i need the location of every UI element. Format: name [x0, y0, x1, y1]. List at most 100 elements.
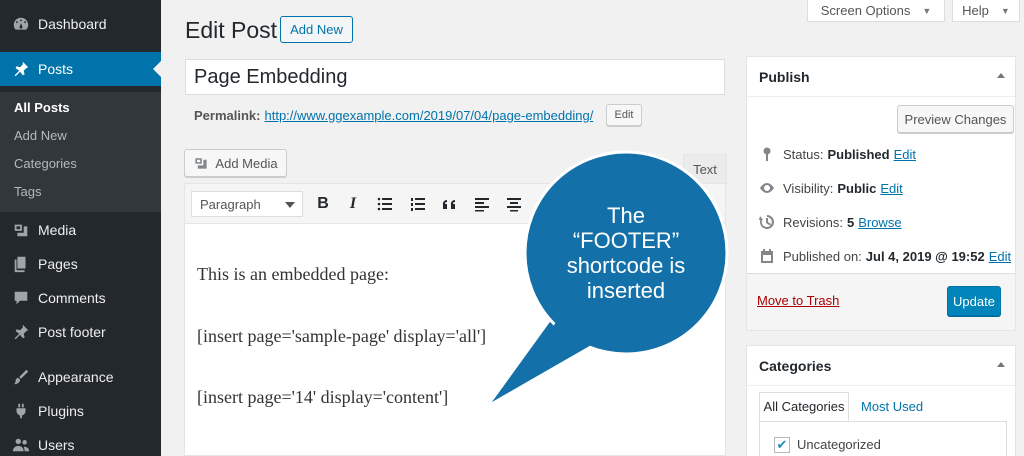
- move-to-trash-link[interactable]: Move to Trash: [757, 293, 839, 308]
- revisions-browse-link[interactable]: Browse: [858, 215, 901, 230]
- format-select[interactable]: Paragraph: [191, 191, 303, 217]
- pin-icon: [757, 145, 777, 163]
- tab-text[interactable]: Text: [683, 154, 727, 184]
- screen-options-button[interactable]: Screen Options ▼: [807, 0, 945, 22]
- permalink-link[interactable]: http://www.ggexample.com/2019/07/04/page…: [264, 108, 593, 123]
- sidebar-item-post-footer[interactable]: Post footer: [0, 315, 161, 349]
- format-select-value: Paragraph: [200, 196, 261, 212]
- content-line: [insert page='sample-page' display='all'…: [197, 326, 487, 346]
- sidebar-item-label: Users: [38, 437, 75, 453]
- category-label: Uncategorized: [797, 437, 881, 452]
- sidebar-item-label: Plugins: [38, 403, 84, 419]
- add-media-button[interactable]: Add Media: [184, 149, 287, 177]
- sidebar-item-label: Comments: [38, 290, 106, 306]
- callout-line: inserted: [586, 278, 666, 303]
- published-edit-link[interactable]: Edit: [989, 249, 1011, 264]
- sidebar-item-label: Posts: [38, 61, 74, 77]
- pin-icon: [10, 58, 32, 80]
- help-label: Help: [962, 3, 989, 18]
- pages-icon: [10, 253, 32, 275]
- bulleted-list-icon[interactable]: [373, 192, 397, 216]
- status-value: Published: [827, 146, 890, 162]
- screen-options-label: Screen Options: [820, 3, 911, 18]
- preview-changes-button[interactable]: Preview Changes: [897, 105, 1014, 133]
- submenu-categories[interactable]: Categories: [14, 156, 77, 171]
- align-left-icon[interactable]: [470, 192, 494, 216]
- sidebar-item-dashboard[interactable]: Dashboard: [0, 7, 161, 41]
- status-row: Status: Published Edit: [757, 145, 916, 163]
- caret-down-icon: ▼: [922, 5, 932, 16]
- posts-submenu: All Posts Add New Categories Tags: [0, 92, 161, 212]
- eye-icon: [757, 179, 777, 197]
- add-media-label: Add Media: [215, 155, 278, 171]
- published-label: Published on:: [783, 248, 862, 264]
- category-checkbox[interactable]: ✔: [774, 437, 790, 453]
- publish-actions: Move to Trash Update: [747, 273, 1015, 330]
- sidebar-item-users[interactable]: Users: [0, 428, 161, 456]
- italic-icon[interactable]: I: [341, 192, 365, 216]
- dashboard-icon: [10, 13, 32, 35]
- revisions-label: Revisions:: [783, 214, 843, 230]
- categories-panel: Categories All Categories Most Used ✔ Un…: [746, 345, 1016, 456]
- callout-text: The “FOOTER” shortcode is inserted: [528, 203, 724, 303]
- align-center-icon[interactable]: [502, 192, 526, 216]
- sidebar-item-pages[interactable]: Pages: [0, 247, 161, 281]
- status-edit-link[interactable]: Edit: [894, 147, 916, 162]
- content-line: [insert page='14' display='content']: [197, 387, 449, 407]
- chevron-down-icon: [285, 202, 295, 208]
- sidebar-item-comments[interactable]: Comments: [0, 281, 161, 315]
- update-button[interactable]: Update: [947, 286, 1001, 316]
- sidebar-item-label: Media: [38, 222, 77, 238]
- publish-panel: Publish Preview Changes Status: Publishe…: [746, 56, 1016, 331]
- revisions-row: Revisions: 5 Browse: [757, 213, 902, 231]
- submenu-all-posts[interactable]: All Posts: [14, 100, 70, 115]
- category-list: ✔ Uncategorized: [759, 421, 1007, 456]
- tab-all-categories[interactable]: All Categories: [759, 392, 849, 421]
- visibility-value: Public: [837, 180, 877, 196]
- post-title-input[interactable]: Page Embedding: [185, 59, 725, 95]
- sidebar-item-posts[interactable]: Posts: [0, 52, 161, 86]
- calendar-icon: [757, 247, 777, 265]
- submenu-add-new[interactable]: Add New: [14, 128, 67, 143]
- media-icon: [195, 158, 208, 169]
- admin-sidebar: Dashboard Posts All Posts Add New Catego…: [0, 0, 161, 456]
- callout-line: “FOOTER”: [572, 228, 680, 253]
- bold-icon[interactable]: B: [311, 192, 335, 216]
- publish-panel-header[interactable]: Publish: [747, 57, 1015, 97]
- caret-down-icon: ▼: [1000, 5, 1010, 16]
- add-new-button[interactable]: Add New: [280, 16, 353, 43]
- publish-title: Publish: [759, 68, 810, 85]
- revisions-value: 5: [846, 214, 855, 230]
- sidebar-item-label: Post footer: [38, 324, 106, 340]
- categories-panel-header[interactable]: Categories: [747, 346, 1015, 386]
- numbered-list-icon[interactable]: [406, 192, 430, 216]
- published-value: Jul 4, 2019 @ 19:52: [865, 248, 985, 264]
- tab-most-used[interactable]: Most Used: [861, 392, 923, 421]
- collapse-arrow-icon[interactable]: [997, 362, 1005, 367]
- visibility-row: Visibility: Public Edit: [757, 179, 903, 197]
- permalink-edit-button[interactable]: Edit: [606, 104, 642, 126]
- comments-icon: [10, 287, 32, 309]
- submenu-tags[interactable]: Tags: [14, 184, 41, 199]
- sidebar-item-plugins[interactable]: Plugins: [0, 394, 161, 428]
- visibility-label: Visibility:: [783, 180, 834, 196]
- visibility-edit-link[interactable]: Edit: [880, 181, 902, 196]
- history-icon: [757, 213, 777, 231]
- callout-line: shortcode is: [566, 253, 686, 278]
- sidebar-item-label: Pages: [38, 256, 78, 272]
- pin-icon: [10, 321, 32, 343]
- permalink: Permalink: http://www.ggexample.com/2019…: [194, 108, 593, 123]
- callout-line: The: [607, 203, 645, 228]
- collapse-arrow-icon[interactable]: [997, 73, 1005, 78]
- help-button[interactable]: Help ▼: [952, 0, 1020, 22]
- sidebar-item-label: Appearance: [38, 369, 114, 385]
- blockquote-icon[interactable]: [438, 192, 462, 216]
- sidebar-item-media[interactable]: Media: [0, 213, 161, 247]
- brush-icon: [10, 366, 32, 388]
- sidebar-item-appearance[interactable]: Appearance: [0, 360, 161, 394]
- status-label: Status:: [783, 146, 824, 162]
- content-line: This is an embedded page:: [197, 264, 389, 284]
- sidebar-item-label: Dashboard: [38, 16, 107, 32]
- checkmark-icon: ✔: [776, 437, 788, 452]
- media-icon: [10, 219, 32, 241]
